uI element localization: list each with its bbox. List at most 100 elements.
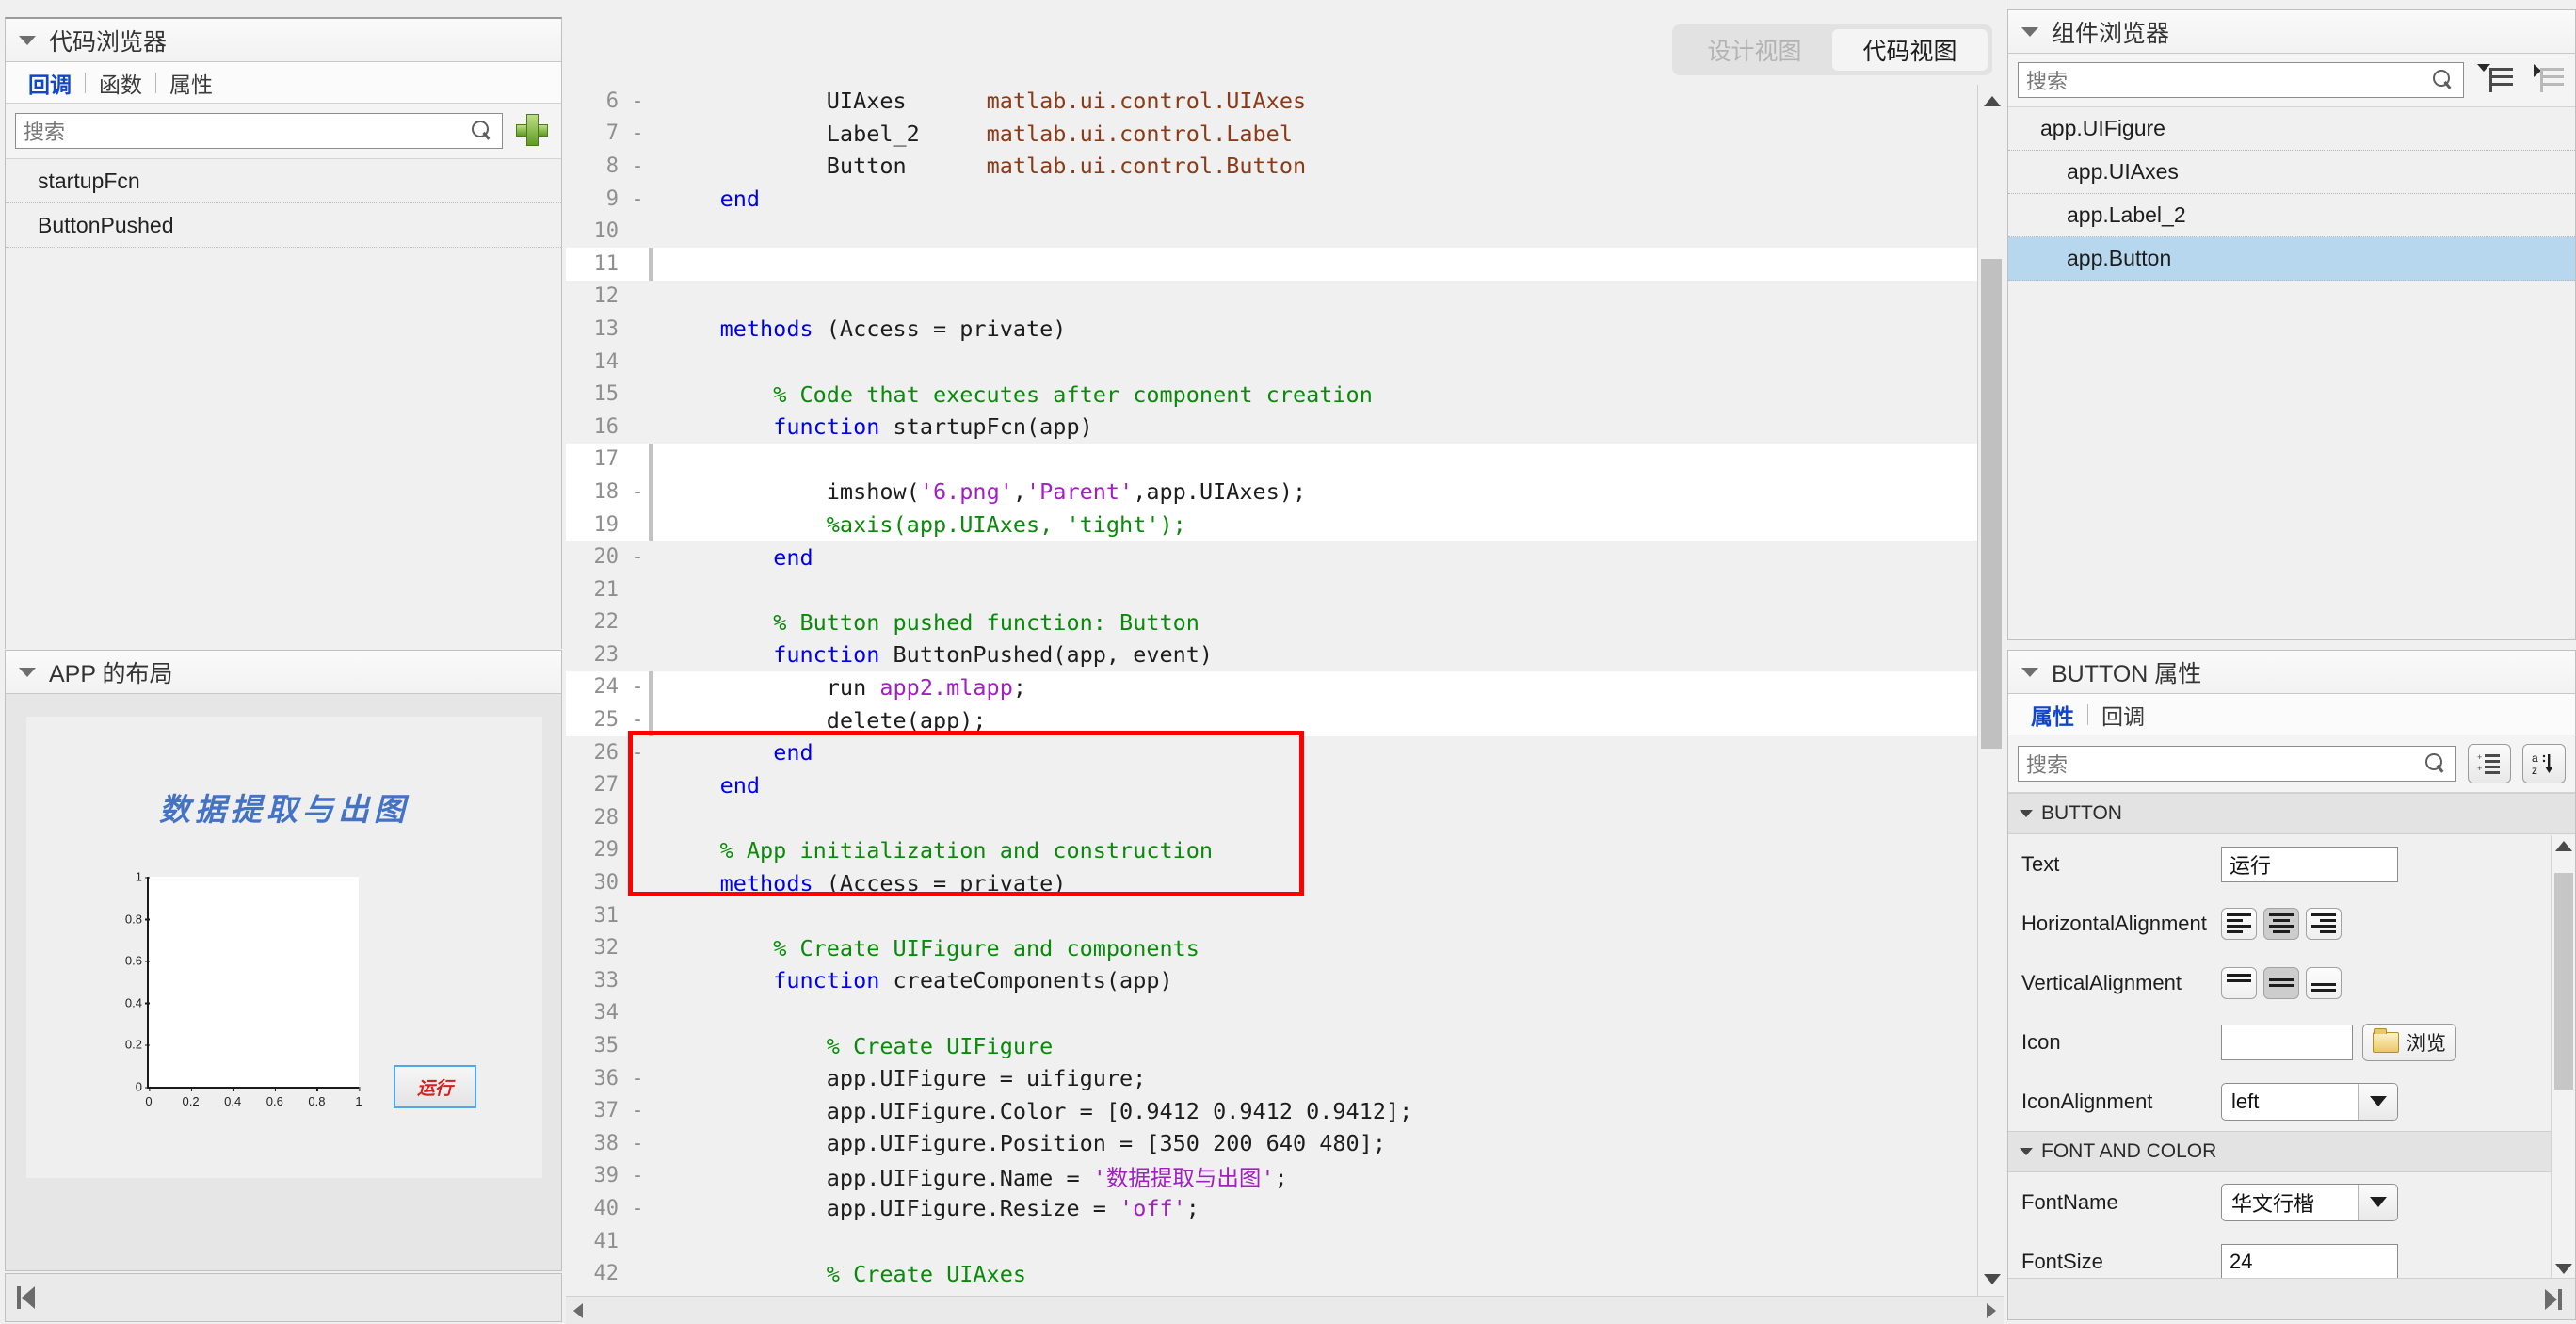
valign-middle-button[interactable] <box>2263 966 2299 999</box>
list-item[interactable]: startupFcn <box>6 159 561 203</box>
group-properties-icon[interactable]: + + <box>2468 744 2511 783</box>
code-line[interactable]: 16 function startupFcn(app) <box>566 411 2004 444</box>
tree-item-app-uifigure[interactable]: app.UIFigure <box>2008 107 2575 151</box>
component-browser-header[interactable]: 组件浏览器 <box>2008 10 2575 54</box>
code-line[interactable]: 34 <box>566 997 2004 1030</box>
collapse-triangle-icon[interactable] <box>2021 667 2038 677</box>
executable-marker: - <box>631 740 644 765</box>
tab-code-view[interactable]: 代码视图 <box>1832 29 1988 71</box>
go-to-last-icon[interactable] <box>2545 1288 2562 1310</box>
code-line[interactable]: 13 methods (Access = private) <box>566 313 2004 346</box>
code-line[interactable]: 35 % Create UIFigure <box>566 1029 2004 1062</box>
add-callback-button[interactable] <box>514 112 552 150</box>
code-line[interactable]: 30 methods (Access = private) <box>566 866 2004 899</box>
code-line[interactable]: 14 <box>566 346 2004 379</box>
app-preview-canvas[interactable]: 数据提取与出图 1 0.8 0.6 0.4 0.2 0 0 0.2 0.4 0.… <box>26 717 542 1178</box>
app-layout-header[interactable]: APP 的布局 <box>6 651 561 694</box>
collapse-all-icon[interactable] <box>2526 64 2566 96</box>
code-line[interactable]: 31 <box>566 899 2004 932</box>
tree-item-app-uiaxes[interactable]: app.UIAxes <box>2008 151 2575 194</box>
text-field[interactable]: 运行 <box>2221 846 2398 882</box>
code-line[interactable]: 9- end <box>566 183 2004 216</box>
align-left-button[interactable] <box>2221 907 2257 940</box>
fontsize-field[interactable]: 24 <box>2221 1243 2398 1280</box>
code-line[interactable]: 15 % Code that executes after component … <box>566 378 2004 411</box>
code-line[interactable]: 33 function createComponents(app) <box>566 964 2004 997</box>
section-header-font-and-color[interactable]: FONT AND COLOR <box>2008 1131 2575 1172</box>
component-search-input[interactable]: 搜索 <box>2018 62 2464 98</box>
code-line[interactable]: 10 <box>566 215 2004 248</box>
valign-bottom-button[interactable] <box>2306 966 2342 999</box>
valign-top-button[interactable] <box>2221 966 2257 999</box>
icon-alignment-select[interactable]: left <box>2221 1082 2398 1121</box>
scroll-up-icon[interactable] <box>2555 841 2572 851</box>
code-line[interactable]: 17 <box>566 443 2004 476</box>
tree-item-app-button[interactable]: app.Button <box>2008 237 2575 281</box>
code-line[interactable]: 37- app.UIFigure.Color = [0.9412 0.9412 … <box>566 1094 2004 1127</box>
code-line[interactable]: 41 <box>566 1225 2004 1258</box>
properties-header[interactable]: BUTTON 属性 <box>2008 651 2575 694</box>
scroll-down-icon[interactable] <box>2555 1264 2572 1274</box>
expand-all-icon[interactable] <box>2475 64 2515 96</box>
browse-button[interactable]: 浏览 <box>2362 1023 2456 1061</box>
scroll-down-icon[interactable] <box>1984 1274 2001 1284</box>
code-line[interactable]: 19 %axis(app.UIAxes, 'tight'); <box>566 508 2004 541</box>
code-line[interactable]: 21 <box>566 573 2004 606</box>
code-line[interactable]: 36- app.UIFigure = uifigure; <box>566 1062 2004 1095</box>
chevron-down-icon[interactable] <box>2358 1184 2397 1220</box>
code-line[interactable]: 7- Label_2 matlab.ui.control.Label <box>566 118 2004 151</box>
editor-horizontal-scrollbar[interactable] <box>566 1296 2004 1324</box>
go-to-first-icon[interactable] <box>17 1286 35 1309</box>
icon-path-field[interactable] <box>2221 1024 2353 1060</box>
tab-callbacks[interactable]: 回调 <box>2088 699 2158 731</box>
sort-alpha-icon[interactable]: a z <box>2522 744 2566 783</box>
tab-properties[interactable]: 属性 <box>2018 699 2087 731</box>
code-line[interactable]: 42 % Create UIAxes <box>566 1257 2004 1290</box>
properties-search-input[interactable]: 搜索 <box>2018 746 2456 782</box>
code-line[interactable]: 28 <box>566 801 2004 834</box>
section-header-button[interactable]: BUTTON <box>2008 793 2575 834</box>
code-line[interactable]: 32 % Create UIFigure and components <box>566 931 2004 964</box>
code-browser-search-input[interactable]: 搜索 <box>15 113 503 149</box>
align-right-button[interactable] <box>2306 907 2342 940</box>
code-line[interactable]: 22 % Button pushed function: Button <box>566 606 2004 639</box>
properties-vertical-scrollbar[interactable] <box>2551 835 2575 1280</box>
code-line[interactable]: 8- Button matlab.ui.control.Button <box>566 150 2004 183</box>
code-line[interactable]: 6- UIAxes matlab.ui.control.UIAxes <box>566 85 2004 118</box>
run-button-preview[interactable]: 运行 <box>394 1065 476 1108</box>
tree-item-app-label_2[interactable]: app.Label_2 <box>2008 194 2575 237</box>
code-line[interactable]: 20- end <box>566 541 2004 573</box>
code-browser-header[interactable]: 代码浏览器 <box>6 19 561 62</box>
list-item[interactable]: ButtonPushed <box>6 203 561 248</box>
code-line[interactable]: 38- app.UIFigure.Position = [350 200 640… <box>566 1127 2004 1160</box>
scrollbar-thumb[interactable] <box>2554 873 2573 1090</box>
code-line[interactable]: 12 <box>566 281 2004 314</box>
code-line[interactable]: 39- app.UIFigure.Name = '数据提取与出图'; <box>566 1160 2004 1193</box>
scrollbar-thumb[interactable] <box>1981 259 2002 749</box>
collapse-triangle-icon[interactable] <box>19 35 36 45</box>
tab-functions[interactable]: 函数 <box>86 67 155 99</box>
code-line[interactable]: 18- imshow('6.png','Parent',app.UIAxes); <box>566 476 2004 509</box>
code-line[interactable]: 27 end <box>566 768 2004 801</box>
fontname-select[interactable]: 华文行楷 <box>2221 1183 2398 1221</box>
scroll-up-icon[interactable] <box>1984 96 2001 106</box>
ui-axes-preview[interactable]: 1 0.8 0.6 0.4 0.2 0 0 0.2 0.4 0.6 0.8 1 <box>125 870 362 1109</box>
collapse-triangle-icon[interactable] <box>19 667 36 677</box>
code-line[interactable]: 25- delete(app); <box>566 703 2004 736</box>
align-center-button[interactable] <box>2263 907 2299 940</box>
editor-vertical-scrollbar[interactable] <box>1977 85 2004 1296</box>
code-line[interactable]: 23 function ButtonPushed(app, event) <box>566 638 2004 671</box>
code-editor[interactable]: 6- UIAxes matlab.ui.control.UIAxes 7- Lab… <box>566 85 2004 1324</box>
chevron-down-icon[interactable] <box>2358 1083 2397 1120</box>
tab-design-view[interactable]: 设计视图 <box>1677 29 1832 71</box>
code-line[interactable]: 24- run app2.mlapp; <box>566 670 2004 704</box>
scroll-left-icon[interactable] <box>573 1303 583 1318</box>
tab-properties[interactable]: 属性 <box>156 67 226 99</box>
code-line[interactable]: 40- app.UIFigure.Resize = 'off'; <box>566 1192 2004 1225</box>
collapse-triangle-icon[interactable] <box>2021 26 2038 37</box>
code-line[interactable]: 29 % App initialization and construction <box>566 834 2004 867</box>
code-line[interactable]: 26- end <box>566 736 2004 769</box>
tab-callbacks[interactable]: 回调 <box>15 67 85 99</box>
code-line[interactable]: 11 <box>566 247 2004 281</box>
scroll-right-icon[interactable] <box>1987 1303 1996 1318</box>
